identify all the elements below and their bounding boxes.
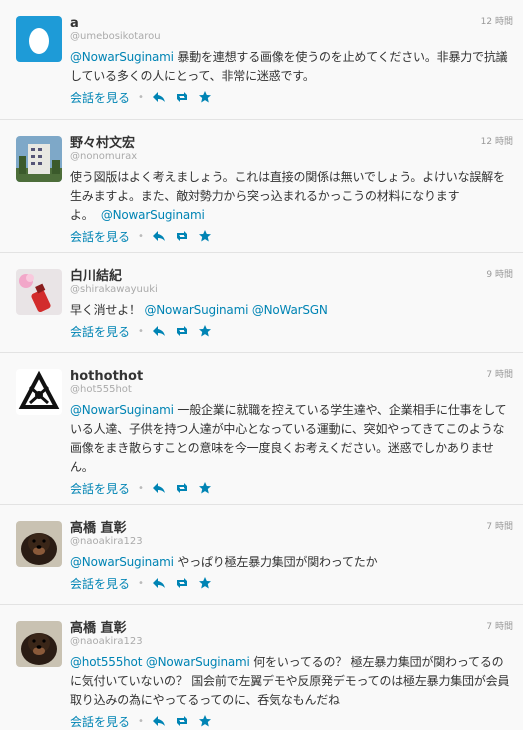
tweet-time[interactable]: 9 時間 bbox=[486, 267, 513, 280]
mention-link[interactable]: @hot555hot bbox=[70, 655, 142, 669]
dog-avatar-icon bbox=[16, 521, 62, 567]
user-fullname[interactable]: 高橋 直彰 bbox=[70, 621, 127, 636]
tweet-timeline: a 12 時間 @umebosikotarou @NowarSuginami 暴… bbox=[0, 0, 523, 730]
user-fullname[interactable]: 野々村文宏 bbox=[70, 136, 135, 151]
user-handle[interactable]: @naoakira123 bbox=[70, 636, 513, 650]
egg-avatar-icon bbox=[16, 16, 62, 62]
avatar[interactable] bbox=[16, 136, 62, 182]
tweet-actions: 会話を見る • bbox=[70, 712, 513, 730]
avatar[interactable] bbox=[16, 369, 62, 415]
tweet-actions: 会話を見る • bbox=[70, 227, 513, 245]
favorite-star-icon[interactable] bbox=[198, 577, 212, 589]
tweet-item[interactable]: 白川結紀 9 時間 @shirakawayuuki 早く消せよ！ @NowarS… bbox=[0, 253, 523, 353]
mention-link[interactable]: @NowarSuginami bbox=[70, 50, 174, 64]
retweet-icon[interactable] bbox=[175, 325, 189, 337]
retweet-icon[interactable] bbox=[175, 230, 189, 242]
conversation-link[interactable]: 会話を見る bbox=[70, 323, 130, 340]
retweet-icon[interactable] bbox=[175, 482, 189, 494]
separator-dot-icon: • bbox=[138, 91, 144, 103]
user-fullname[interactable]: 白川結紀 bbox=[70, 269, 122, 284]
tweet-item[interactable]: 野々村文宏 12 時間 @nonomurax 使う図版はよく考えましょう。これは… bbox=[0, 120, 523, 253]
tweet-time[interactable]: 7 時間 bbox=[486, 367, 513, 380]
separator-dot-icon: • bbox=[138, 715, 144, 727]
tweet-actions: 会話を見る • bbox=[70, 574, 513, 592]
tweet-item[interactable]: 高橋 直彰 7 時間 @naoakira123 @NowarSuginami や… bbox=[0, 505, 523, 605]
conversation-link[interactable]: 会話を見る bbox=[70, 480, 130, 497]
user-handle[interactable]: @nonomurax bbox=[70, 151, 513, 165]
user-handle[interactable]: @shirakawayuuki bbox=[70, 284, 513, 298]
tweet-time[interactable]: 12 時間 bbox=[481, 14, 513, 27]
user-fullname[interactable]: a bbox=[70, 16, 79, 31]
separator-dot-icon: • bbox=[138, 230, 144, 242]
tweet-body: 早く消せよ！ bbox=[70, 303, 141, 317]
mention-link-2[interactable]: @NowarSuginami bbox=[146, 655, 250, 669]
mention-link[interactable]: @NowarSuginami bbox=[70, 403, 174, 417]
avatar[interactable] bbox=[16, 269, 62, 315]
tweet-time[interactable]: 7 時間 bbox=[486, 619, 513, 632]
mention-link-2[interactable]: @NoWarSGN bbox=[252, 303, 328, 317]
favorite-star-icon[interactable] bbox=[198, 482, 212, 494]
user-fullname[interactable]: hothothot bbox=[70, 369, 143, 384]
retweet-icon[interactable] bbox=[175, 91, 189, 103]
user-handle[interactable]: @umebosikotarou bbox=[70, 31, 513, 45]
tweet-text: @hot555hot @NowarSuginami 何をいってるの？ 極左暴力集… bbox=[70, 653, 513, 710]
user-fullname[interactable]: 高橋 直彰 bbox=[70, 521, 127, 536]
tweet-text: @NowarSuginami やっぱり極左暴力集団が関わってたか bbox=[70, 553, 513, 572]
tweet-item[interactable]: 高橋 直彰 7 時間 @naoakira123 @hot555hot @Nowa… bbox=[0, 605, 523, 730]
mention-link[interactable]: @NowarSuginami bbox=[70, 555, 174, 569]
tweet-item[interactable]: hothothot 7 時間 @hot555hot @NowarSuginami… bbox=[0, 353, 523, 505]
avatar[interactable] bbox=[16, 16, 62, 62]
separator-dot-icon: • bbox=[138, 577, 144, 589]
tweet-time[interactable]: 12 時間 bbox=[481, 134, 513, 147]
tweet-item[interactable]: a 12 時間 @umebosikotarou @NowarSuginami 暴… bbox=[0, 0, 523, 120]
conversation-link[interactable]: 会話を見る bbox=[70, 89, 130, 106]
tweet-text: @NowarSuginami 一般企業に就職を控えている学生達や、企業相手に仕事… bbox=[70, 401, 513, 477]
logo-avatar-icon bbox=[16, 369, 62, 415]
reply-icon[interactable] bbox=[152, 482, 166, 494]
tweet-actions: 会話を見る • bbox=[70, 322, 513, 340]
reply-icon[interactable] bbox=[152, 325, 166, 337]
favorite-star-icon[interactable] bbox=[198, 325, 212, 337]
building-avatar-icon bbox=[16, 136, 62, 182]
favorite-star-icon[interactable] bbox=[198, 91, 212, 103]
avatar[interactable] bbox=[16, 521, 62, 567]
mention-link[interactable]: @NowarSuginami bbox=[101, 208, 205, 222]
separator-dot-icon: • bbox=[138, 325, 144, 337]
tweet-text: @NowarSuginami 暴動を連想する画像を使うのを止めてください。非暴力… bbox=[70, 48, 513, 86]
dog-avatar-icon bbox=[16, 621, 62, 667]
mention-link[interactable]: @NowarSuginami bbox=[144, 303, 248, 317]
tweet-actions: 会話を見る • bbox=[70, 479, 513, 497]
favorite-star-icon[interactable] bbox=[198, 715, 212, 727]
conversation-link[interactable]: 会話を見る bbox=[70, 575, 130, 592]
user-handle[interactable]: @hot555hot bbox=[70, 384, 513, 398]
user-handle[interactable]: @naoakira123 bbox=[70, 536, 513, 550]
favorite-star-icon[interactable] bbox=[198, 230, 212, 242]
reply-icon[interactable] bbox=[152, 91, 166, 103]
tweet-actions: 会話を見る • bbox=[70, 88, 513, 106]
tweet-time[interactable]: 7 時間 bbox=[486, 519, 513, 532]
reply-icon[interactable] bbox=[152, 715, 166, 727]
conversation-link[interactable]: 会話を見る bbox=[70, 228, 130, 245]
reply-icon[interactable] bbox=[152, 577, 166, 589]
reply-icon[interactable] bbox=[152, 230, 166, 242]
separator-dot-icon: • bbox=[138, 482, 144, 494]
retweet-icon[interactable] bbox=[175, 577, 189, 589]
retweet-icon[interactable] bbox=[175, 715, 189, 727]
tweet-body: やっぱり極左暴力集団が関わってたか bbox=[173, 555, 378, 569]
spray-avatar-icon bbox=[16, 269, 62, 315]
tweet-text: 使う図版はよく考えましょう。これは直接の関係は無いでしょう。よけいな誤解を生みま… bbox=[70, 168, 513, 225]
tweet-text: 早く消せよ！ @NowarSuginami @NoWarSGN bbox=[70, 301, 513, 320]
avatar[interactable] bbox=[16, 621, 62, 667]
